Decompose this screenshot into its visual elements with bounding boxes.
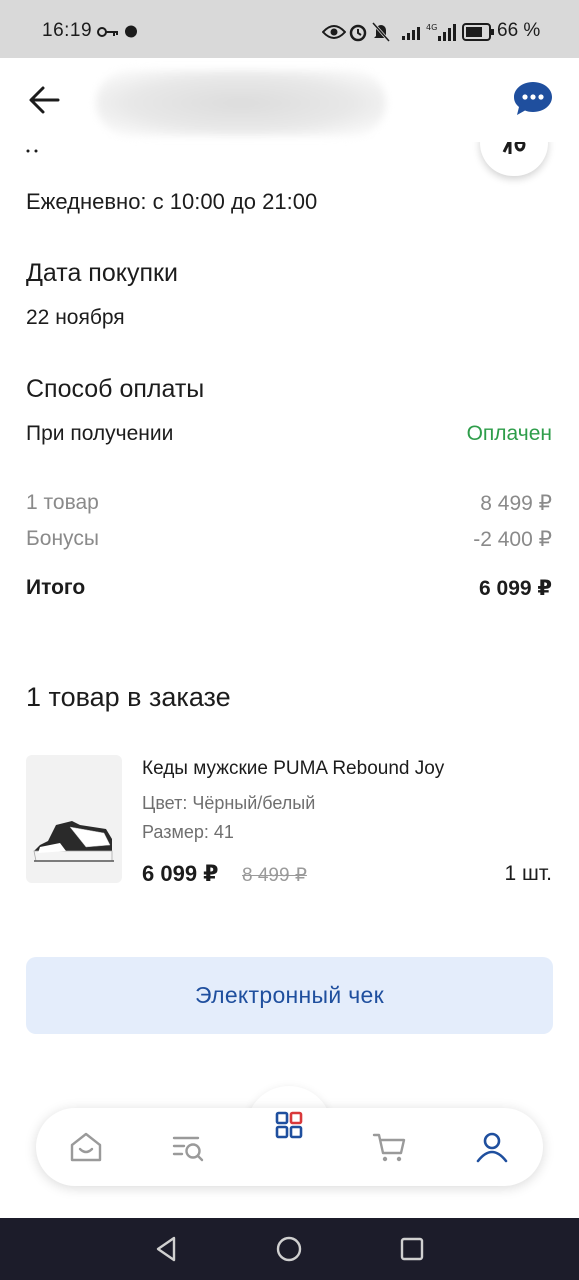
nav-search[interactable] <box>168 1127 208 1167</box>
alarm-icon <box>348 22 368 47</box>
system-back-button[interactable] <box>152 1234 182 1264</box>
purchase-date-title: Дата покупки <box>26 259 178 287</box>
status-bar: 16:19 4G 66 % <box>0 0 579 58</box>
key-icon <box>97 25 119 43</box>
triangle-back-icon <box>156 1236 176 1262</box>
chat-button[interactable] <box>512 80 554 118</box>
search-list-icon <box>172 1136 204 1162</box>
catalog-grid-icon <box>275 1111 303 1139</box>
svg-text:4G: 4G <box>426 23 437 32</box>
system-nav-bar <box>0 1218 579 1280</box>
profile-icon <box>476 1132 508 1163</box>
items-label: 1 товар <box>26 491 99 514</box>
signal-icon <box>402 24 422 45</box>
system-home-button[interactable] <box>274 1234 304 1264</box>
store-schedule: Ежедневно: с 10:00 до 21:00 <box>26 189 318 214</box>
home-icon <box>70 1132 102 1162</box>
eye-icon <box>321 24 347 45</box>
product-name[interactable]: Кеды мужские PUMA Rebound Joy <box>142 758 444 780</box>
electronic-receipt-button[interactable]: Электронный чек <box>26 957 553 1034</box>
square-recents-icon <box>400 1237 424 1261</box>
bonus-value: -2 400 ₽ <box>473 528 552 551</box>
product-color: Цвет: Чёрный/белый <box>142 793 316 813</box>
sneaker-image <box>33 821 114 862</box>
header <box>0 58 579 142</box>
nav-home[interactable] <box>66 1127 106 1167</box>
back-button[interactable] <box>24 80 64 120</box>
nav-profile[interactable] <box>472 1127 512 1167</box>
payment-method: При получении <box>26 422 174 445</box>
cart-icon <box>372 1133 406 1162</box>
order-items-title: 1 товар в заказе <box>26 682 231 712</box>
arrow-left-icon <box>29 86 60 114</box>
product-old-price: 8 499 ₽ <box>242 865 307 886</box>
nav-cart[interactable] <box>370 1127 410 1167</box>
total-value: 6 099 ₽ <box>479 577 552 600</box>
product-quantity: 1 шт. <box>504 862 553 885</box>
blurred-title <box>96 70 386 136</box>
mute-bell-icon <box>371 22 391 47</box>
product-image[interactable] <box>26 755 122 883</box>
chat-bubble-icon <box>514 82 552 115</box>
message-icon <box>124 25 138 44</box>
status-time: 16:19 <box>42 20 93 41</box>
product-price: 6 099 ₽ <box>142 861 219 886</box>
circle-home-icon <box>276 1236 302 1262</box>
total-label: Итого <box>26 576 86 599</box>
items-value: 8 499 ₽ <box>480 492 552 515</box>
purchase-date-value: 22 ноября <box>26 306 125 329</box>
product-size: Размер: 41 <box>142 822 234 842</box>
payment-status: Оплачен <box>466 422 552 445</box>
battery-icon <box>462 23 494 46</box>
signal-4g-icon: 4G <box>426 22 458 47</box>
battery-percent: 66 % <box>497 20 541 41</box>
bonus-label: Бонусы <box>26 527 99 550</box>
system-recents-button[interactable] <box>397 1234 427 1264</box>
nav-catalog[interactable] <box>269 1105 309 1145</box>
payment-title: Способ оплаты <box>26 375 205 403</box>
